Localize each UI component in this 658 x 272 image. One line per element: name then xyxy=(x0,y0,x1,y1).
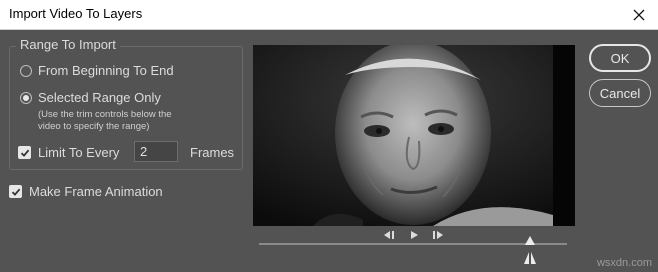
video-preview xyxy=(253,45,575,226)
checkmark-icon xyxy=(11,188,20,196)
range-note: (Use the trim controls below the video t… xyxy=(38,109,172,133)
range-group-legend: Range To Import xyxy=(16,37,120,52)
radio-button-unchecked[interactable] xyxy=(20,64,32,77)
radio-from-beginning[interactable]: From Beginning To End xyxy=(20,63,174,78)
range-note-line-2: video to specify the range) xyxy=(38,121,150,132)
play-icon xyxy=(411,231,418,239)
checkmark-icon xyxy=(20,149,29,157)
radio-selected-range[interactable]: Selected Range Only xyxy=(20,90,161,105)
close-button[interactable] xyxy=(626,2,652,28)
frame-animation-label: Make Frame Animation xyxy=(29,184,163,199)
radio-from-beginning-label: From Beginning To End xyxy=(38,63,174,78)
radio-selected-range-label: Selected Range Only xyxy=(38,90,161,105)
video-frame-image xyxy=(253,45,575,226)
next-frame-button[interactable] xyxy=(430,229,446,241)
close-icon xyxy=(633,9,645,21)
limit-label: Limit To Every xyxy=(38,145,120,160)
limit-checkbox[interactable] xyxy=(18,146,31,159)
frame-animation-row[interactable]: Make Frame Animation xyxy=(9,184,163,199)
play-button[interactable] xyxy=(406,229,422,241)
cancel-button[interactable]: Cancel xyxy=(589,79,651,107)
frame-animation-checkbox[interactable] xyxy=(9,185,22,198)
watermark-text: wsxdn.com xyxy=(596,257,652,269)
playhead-marker[interactable] xyxy=(525,236,536,245)
frames-unit-label: Frames xyxy=(190,145,235,160)
previous-frame-button[interactable] xyxy=(381,229,397,241)
title-bar: Import Video To Layers xyxy=(0,0,658,30)
dialog-title: Import Video To Layers xyxy=(9,6,143,21)
limit-checkbox-row[interactable]: Limit To Every xyxy=(18,145,119,160)
frame-interval-input[interactable] xyxy=(134,141,178,162)
radio-button-checked[interactable] xyxy=(20,91,32,104)
import-video-dialog: Import Video To Layers Range To Import F… xyxy=(0,0,658,272)
ok-button[interactable]: OK xyxy=(589,44,651,72)
scrub-track[interactable] xyxy=(259,243,567,245)
step-forward-icon xyxy=(433,231,443,239)
range-note-line-1: (Use the trim controls below the xyxy=(38,109,172,120)
step-back-icon xyxy=(384,231,394,239)
trim-handles[interactable] xyxy=(523,252,537,264)
